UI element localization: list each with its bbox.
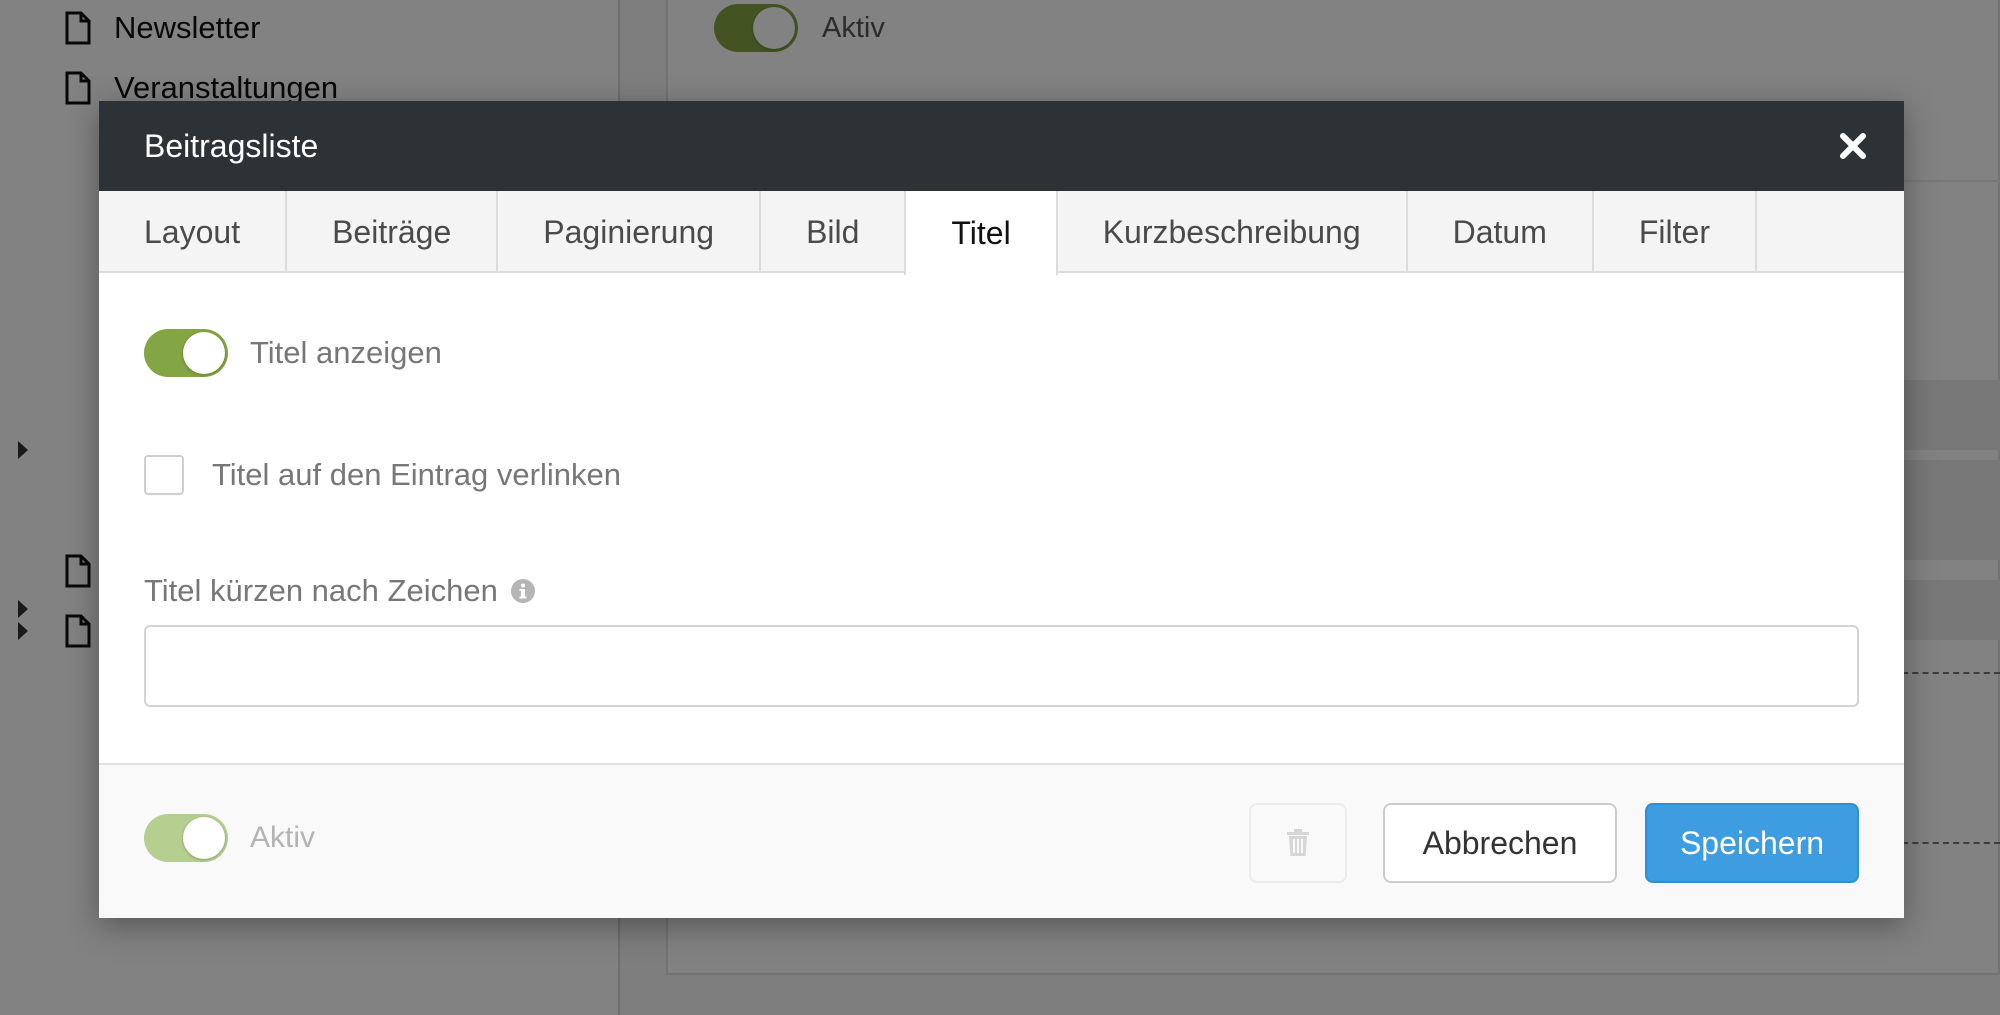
tab-filter[interactable]: Filter <box>1594 191 1757 273</box>
show-title-row: Titel anzeigen <box>144 329 442 377</box>
truncate-field-label: Titel kürzen nach Zeichen <box>144 573 536 609</box>
modal-body: Titel anzeigen Titel auf den Eintrag ver… <box>99 273 1904 763</box>
modal-footer: Aktiv Abbrechen Speichern <box>99 763 1904 918</box>
link-title-label: Titel auf den Eintrag verlinken <box>212 457 621 492</box>
tab-kurzbeschreibung[interactable]: Kurzbeschreibung <box>1058 191 1408 273</box>
show-title-label: Titel anzeigen <box>250 335 442 370</box>
link-title-checkbox[interactable] <box>144 455 184 495</box>
active-toggle[interactable] <box>144 814 228 862</box>
show-title-toggle[interactable] <box>144 329 228 377</box>
info-icon[interactable] <box>510 578 536 604</box>
tab-layout[interactable]: Layout <box>99 191 288 273</box>
trash-icon <box>1287 829 1309 856</box>
truncate-characters-input[interactable] <box>144 625 1859 707</box>
modal-header: Beitragsliste <box>99 101 1904 191</box>
link-title-row: Titel auf den Eintrag verlinken <box>144 455 621 495</box>
tab-paginierung[interactable]: Paginierung <box>498 191 762 273</box>
truncate-label-text: Titel kürzen nach Zeichen <box>144 573 498 608</box>
modal-title: Beitragsliste <box>144 127 319 164</box>
close-icon[interactable] <box>1836 129 1870 163</box>
tab-bild[interactable]: Bild <box>761 191 907 273</box>
tab-datum[interactable]: Datum <box>1408 191 1594 273</box>
cancel-button[interactable]: Abbrechen <box>1383 803 1617 883</box>
active-label: Aktiv <box>250 821 316 854</box>
delete-button[interactable] <box>1249 803 1347 883</box>
tab-bar: Layout Beiträge Paginierung Bild Titel K… <box>99 191 1904 275</box>
save-button[interactable]: Speichern <box>1645 803 1859 883</box>
tab-beitraege[interactable]: Beiträge <box>287 191 499 273</box>
tab-titel[interactable]: Titel <box>904 191 1058 275</box>
post-list-modal: Beitragsliste Layout Beiträge Paginierun… <box>99 101 1904 918</box>
active-toggle-row: Aktiv <box>144 814 315 862</box>
